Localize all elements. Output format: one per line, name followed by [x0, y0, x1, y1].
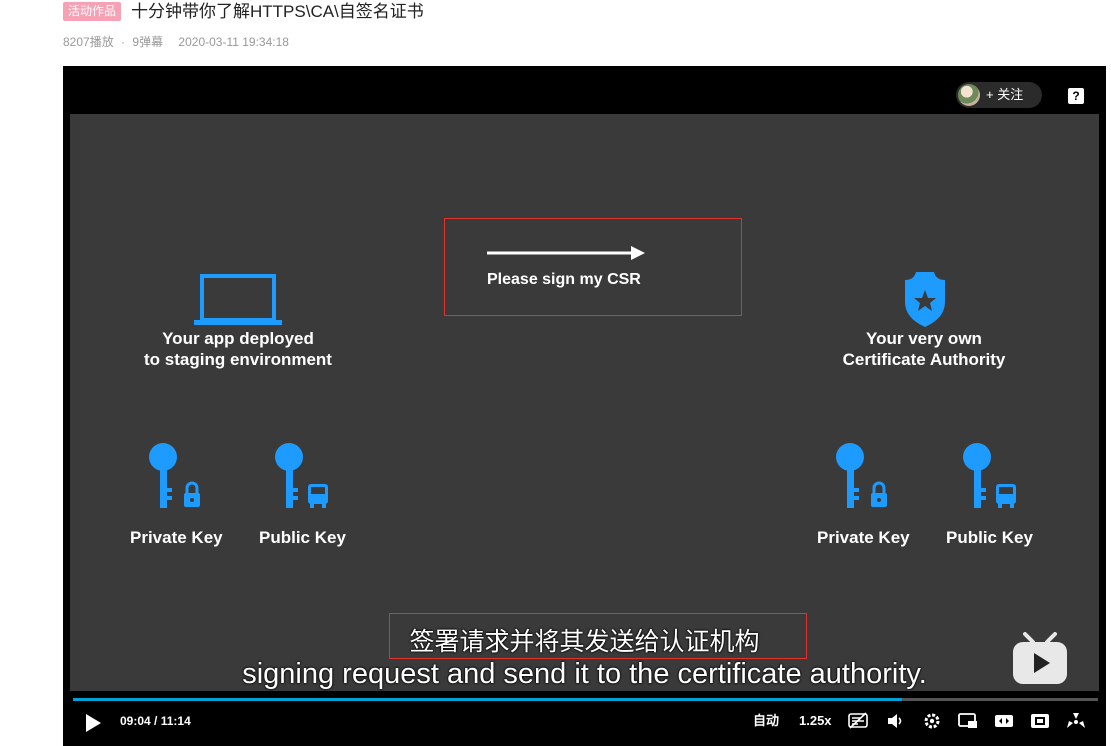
- follow-label: + 关注: [986, 87, 1024, 102]
- video-frame[interactable]: Please sign my CSR Your app deployed to …: [70, 114, 1099, 691]
- play-icon[interactable]: [85, 714, 101, 732]
- private-key-icon: [836, 443, 887, 508]
- avatar[interactable]: [958, 84, 980, 106]
- player-controls: 09:04 / 11:14 自动 1.25x: [63, 706, 1106, 746]
- help-icon[interactable]: ?: [1068, 88, 1084, 104]
- csr-highlight-box: Please sign my CSR: [444, 218, 742, 316]
- right-private-key-label: Private Key: [817, 528, 910, 547]
- time-display: 09:04 / 11:14: [120, 714, 191, 729]
- app-label-line2: to staging environment: [144, 350, 332, 369]
- video-title: 十分钟带你了解HTTPS\CA\自签名证书: [131, 2, 424, 21]
- app-label: Your app deployed to staging environment: [130, 328, 346, 370]
- web-fullscreen-icon[interactable]: [1030, 712, 1050, 730]
- video-meta: 8207播放 · 9弹幕 2020-03-11 19:34:18: [63, 33, 293, 50]
- volume-icon[interactable]: [886, 712, 906, 730]
- laptop-icon: [194, 274, 282, 325]
- danmaku-toggle-icon[interactable]: [848, 712, 868, 730]
- subtitle-chinese: 签署请求并将其发送给认证机构: [409, 628, 760, 656]
- progress-fill: [73, 698, 903, 701]
- csr-label: Please sign my CSR: [487, 271, 641, 288]
- video-player[interactable]: + 关注 ? Please sign my CSR Your app deplo…: [63, 66, 1106, 746]
- pip-icon[interactable]: [958, 712, 978, 730]
- progress-bar[interactable]: [73, 698, 1098, 701]
- video-header: 活动作品 十分钟带你了解HTTPS\CA\自签名证书 8207播放 · 9弹幕 …: [63, 0, 1111, 60]
- right-public-key-label: Public Key: [946, 528, 1033, 547]
- widescreen-icon[interactable]: [994, 712, 1014, 730]
- arrow-right-icon: [487, 246, 645, 260]
- settings-icon[interactable]: [922, 712, 942, 730]
- fullscreen-icon[interactable]: [1066, 712, 1086, 730]
- quality-selector[interactable]: 自动: [753, 712, 779, 730]
- follow-button[interactable]: + 关注: [956, 82, 1042, 108]
- player-top-bar: + 关注 ?: [63, 66, 1106, 114]
- total-time: 11:14: [160, 714, 191, 728]
- speed-selector[interactable]: 1.25x: [799, 712, 832, 730]
- app-label-line1: Your app deployed: [162, 329, 314, 348]
- ca-label: Your very own Certificate Authority: [816, 328, 1032, 370]
- danmaku-count: 9弹幕: [132, 35, 164, 49]
- public-key-icon: [963, 443, 1016, 508]
- private-key-icon: [149, 443, 200, 508]
- ca-label-line2: Certificate Authority: [842, 350, 1006, 369]
- publish-date: 2020-03-11 19:34:18: [178, 35, 289, 49]
- current-time: 09:04: [120, 714, 151, 728]
- meta-separator: ·: [121, 35, 126, 49]
- bilibili-tv-icon[interactable]: [1011, 632, 1069, 686]
- public-key-icon: [275, 443, 328, 508]
- play-count: 8207播放: [63, 35, 114, 49]
- time-separator: /: [154, 714, 158, 728]
- ca-label-line1: Your very own: [866, 329, 982, 348]
- subtitle-english: signing request and send it to the certi…: [242, 658, 927, 690]
- activity-badge[interactable]: 活动作品: [63, 2, 122, 21]
- left-private-key-label: Private Key: [130, 528, 223, 547]
- left-public-key-label: Public Key: [259, 528, 346, 547]
- police-badge-icon: [905, 272, 945, 327]
